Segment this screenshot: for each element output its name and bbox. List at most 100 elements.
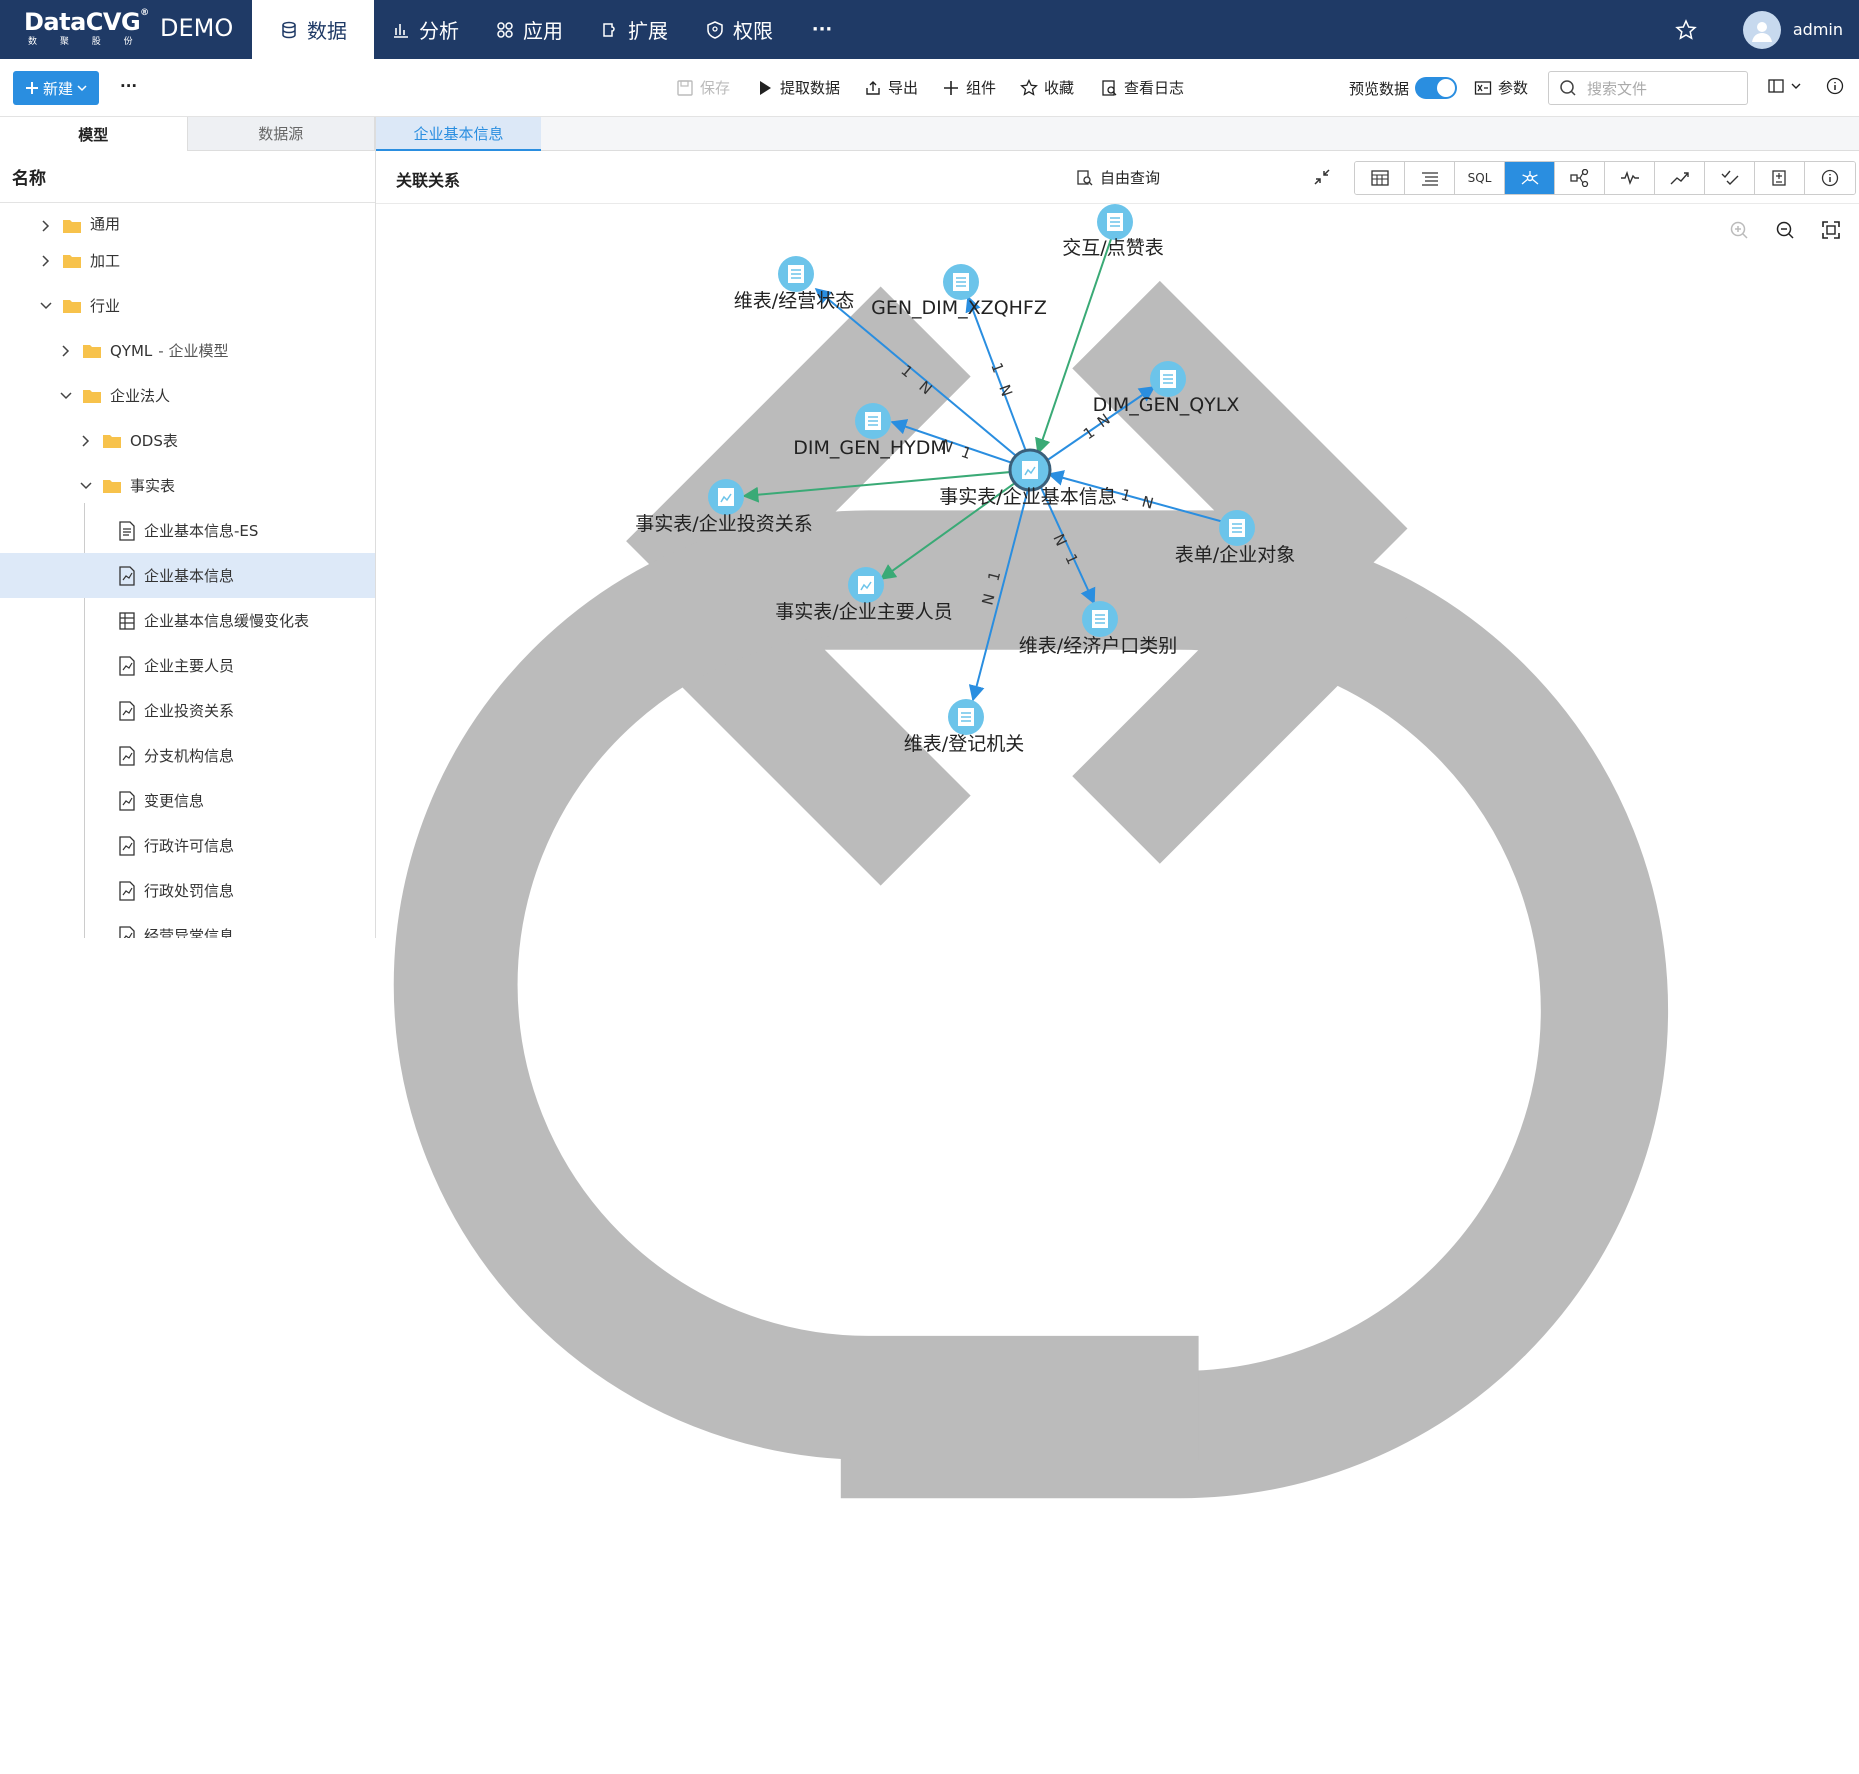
svg-text:N: N xyxy=(1140,492,1156,512)
extension-icon xyxy=(603,22,615,37)
graph-node[interactable]: DIM_GEN_QYLX xyxy=(1093,361,1240,416)
fact-table-icon xyxy=(119,745,135,766)
tree-item-table[interactable]: 企业投资关系 xyxy=(0,688,375,733)
tree-item-table[interactable]: 变更信息 xyxy=(0,778,375,823)
nav-permission[interactable]: 权限 xyxy=(686,0,792,59)
graph-node[interactable]: 维表/登记机关 xyxy=(904,699,1024,755)
search-input[interactable]: 搜索文件 xyxy=(1548,71,1748,105)
tree-item-table[interactable]: 经营异常信息 xyxy=(0,913,375,938)
tree-item-table[interactable]: 行政许可信息 xyxy=(0,823,375,868)
folder-icon xyxy=(103,434,121,448)
tree-label: 企业投资关系 xyxy=(144,702,235,720)
apps-icon xyxy=(497,21,513,38)
tree-folder-ods[interactable]: ODS表 xyxy=(0,418,375,463)
bar-chart-icon xyxy=(394,23,408,38)
tree-label: 行业 xyxy=(90,297,121,315)
tree-label: 企业基本信息缓慢变化表 xyxy=(144,612,310,630)
tree-item-table-selected[interactable]: 企业基本信息 xyxy=(0,553,375,598)
edge-label: 1 xyxy=(1119,485,1133,505)
tree-label: 企业法人 xyxy=(110,387,171,405)
save-icon xyxy=(677,79,693,96)
export-button[interactable]: 导出 xyxy=(864,77,918,98)
nav-apps[interactable]: 应用 xyxy=(476,0,582,59)
tree-folder-qyml[interactable]: QYML - 企业模型 xyxy=(0,328,375,373)
graph-node[interactable]: 维表/经济户口类别 xyxy=(1019,601,1177,657)
tree-folder-fact[interactable]: 事实表 xyxy=(0,463,375,508)
svg-text:事实表/企业投资关系: 事实表/企业投资关系 xyxy=(635,513,812,535)
tree-label: 行政处罚信息 xyxy=(144,882,235,900)
preview-data-switch[interactable] xyxy=(1415,77,1458,99)
star-icon[interactable] xyxy=(1675,18,1697,41)
graph-node[interactable]: 事实表/企业主要人员 xyxy=(775,567,953,623)
graph-node[interactable]: 交互/点赞表 xyxy=(1062,204,1164,259)
tree-folder-general[interactable]: 通用 xyxy=(0,210,375,234)
shield-icon xyxy=(707,20,723,39)
graph-node[interactable]: 事实表/企业投资关系 xyxy=(635,479,813,535)
save-button[interactable]: 保存 xyxy=(676,77,730,98)
export-label: 导出 xyxy=(888,79,919,97)
tree-label: 加工 xyxy=(90,252,121,270)
tree-folder-processing[interactable]: 加工 xyxy=(0,238,375,283)
tree-label: 企业基本信息 xyxy=(144,567,235,585)
chevron-down-icon xyxy=(60,391,72,399)
svg-text:维表/登记机关: 维表/登记机关 xyxy=(904,733,1024,755)
chevron-right-icon xyxy=(62,344,70,357)
favorite-button[interactable]: 收藏 xyxy=(1020,77,1074,98)
info-icon xyxy=(1826,77,1844,95)
tree-item-table[interactable]: 行政处罚信息 xyxy=(0,868,375,913)
logo-subtext: 数 聚 股 份 xyxy=(28,37,143,47)
component-button[interactable]: 组件 xyxy=(942,77,996,98)
svg-text:N: N xyxy=(978,592,998,607)
user-icon xyxy=(1751,21,1772,42)
layout-toggle-button[interactable] xyxy=(1767,77,1801,95)
logo-text: DataCVG xyxy=(24,8,141,36)
more-actions-button[interactable]: ··· xyxy=(120,77,137,95)
nav-data[interactable]: 数据 xyxy=(252,0,374,59)
svg-text:N: N xyxy=(915,377,935,398)
layout-icon xyxy=(1768,79,1784,93)
extract-data-button[interactable]: 提取数据 xyxy=(756,77,840,98)
graph-node[interactable]: GEN_DIM_XZQHFZ xyxy=(871,264,1047,319)
nav-more-button[interactable]: ··· xyxy=(792,0,852,59)
avatar[interactable] xyxy=(1742,10,1781,49)
tree-folder-legal-entity[interactable]: 企业法人 xyxy=(0,373,375,418)
tree-item-table[interactable]: 企业主要人员 xyxy=(0,643,375,688)
tree-folder-industry[interactable]: 行业 xyxy=(0,283,375,328)
username[interactable]: admin xyxy=(1793,20,1843,39)
tree-item-table[interactable]: 企业基本信息-ES xyxy=(0,508,375,553)
nav-extension[interactable]: 扩展 xyxy=(582,0,686,59)
tree-item-table[interactable]: 企业基本信息缓慢变化表 xyxy=(0,598,375,643)
view-log-button[interactable]: 查看日志 xyxy=(1100,77,1184,98)
nav-permission-label: 权限 xyxy=(733,19,773,43)
tab-model[interactable]: 模型 xyxy=(0,117,188,151)
tree-label: 通用 xyxy=(90,215,121,233)
fact-table-icon xyxy=(119,835,135,856)
fact-table-icon xyxy=(119,700,135,721)
nav-apps-label: 应用 xyxy=(523,19,563,43)
logo[interactable]: DataCVG® 数 聚 股 份 xyxy=(24,8,149,47)
svg-text:事实表/企业基本信息: 事实表/企业基本信息 xyxy=(939,486,1116,508)
svg-text:维表/经济户口类别: 维表/经济户口类别 xyxy=(1019,635,1177,657)
edge-label: 1 xyxy=(1061,551,1081,567)
relation-graph[interactable]: 1 N 1 N 1 N N 1 1 N N 1 1 N 交互/点赞表 维表/经营… xyxy=(376,117,1859,938)
new-button[interactable]: 新建 xyxy=(13,71,99,105)
main-panel: 企业基本信息 关联关系 自由查询 SQL 1 N 1 N 1 N N 1 1 N… xyxy=(376,117,1859,938)
graph-node[interactable]: DIM_GEN_HYDM xyxy=(793,403,947,459)
graph-node[interactable]: 表单/企业对象 xyxy=(1175,510,1295,566)
chevron-down-icon xyxy=(80,481,92,489)
save-label: 保存 xyxy=(700,79,731,97)
nav-analysis[interactable]: 分析 xyxy=(374,0,476,59)
fact-table-icon xyxy=(119,925,135,938)
tree-item-table[interactable]: 分支机构信息 xyxy=(0,733,375,778)
tree-label: 经营异常信息 xyxy=(144,927,235,938)
params-button[interactable]: 参数 xyxy=(1474,77,1528,98)
search-icon xyxy=(1560,80,1576,96)
svg-text:DIM_GEN_HYDM: DIM_GEN_HYDM xyxy=(793,437,946,459)
info-button[interactable] xyxy=(1826,77,1844,95)
chevron-down-icon xyxy=(40,301,52,309)
tree-label: QYML xyxy=(110,341,153,360)
graph-node[interactable]: 维表/经营状态 xyxy=(734,256,854,312)
tab-datasource[interactable]: 数据源 xyxy=(187,117,375,151)
view-log-label: 查看日志 xyxy=(1124,79,1185,97)
svg-text:GEN_DIM_XZQHFZ: GEN_DIM_XZQHFZ xyxy=(871,297,1047,319)
